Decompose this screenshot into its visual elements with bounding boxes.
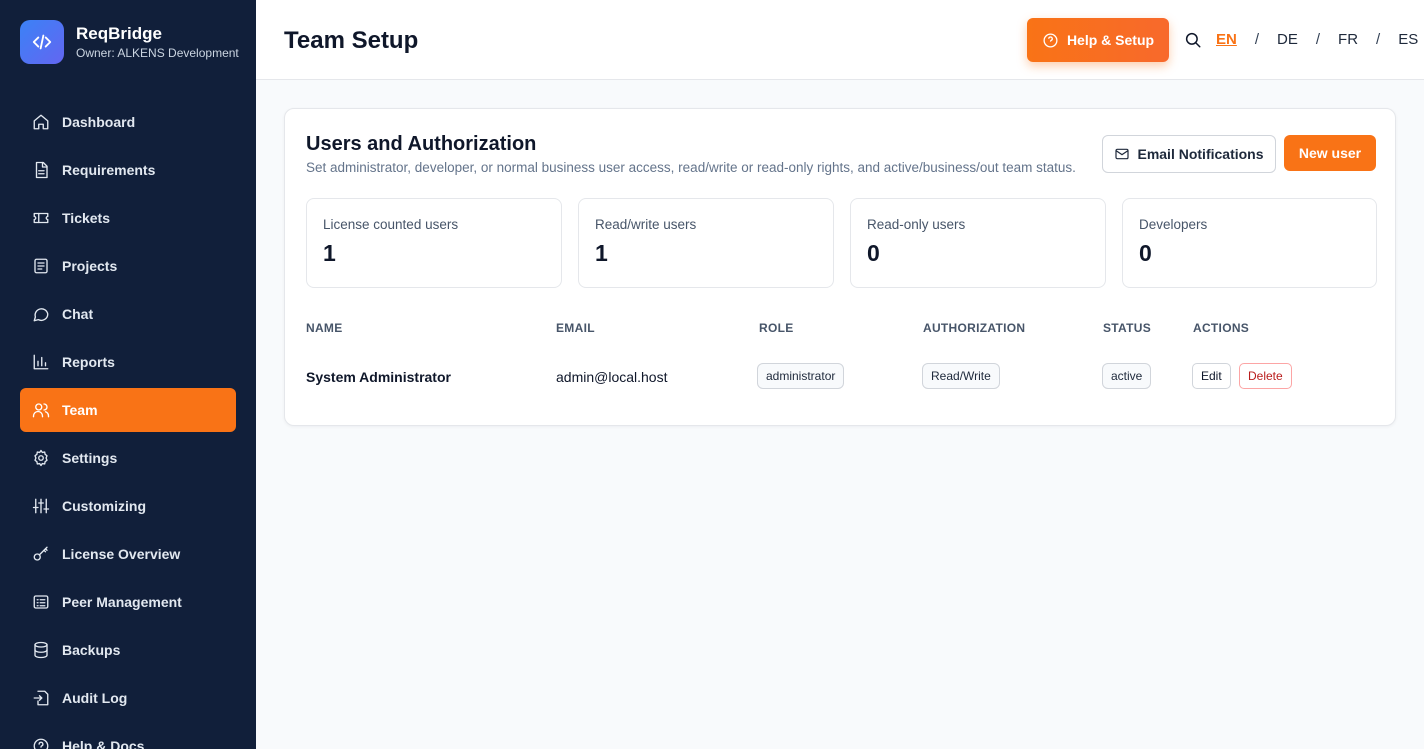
lang-separator: / [1376, 31, 1381, 48]
sidebar-item-help-docs[interactable]: Help & Docs [20, 724, 236, 749]
authorization-badge: Read/Write [922, 363, 1000, 389]
stat-card-license-counted: License counted users 1 [306, 198, 562, 288]
lang-en[interactable]: EN [1216, 31, 1237, 48]
help-circle-icon [1043, 32, 1058, 48]
sidebar-item-label: Dashboard [62, 114, 136, 130]
help-setup-label: Help & Setup [1066, 32, 1155, 48]
sidebar-item-reports[interactable]: Reports [20, 340, 236, 384]
stat-card-developers: Developers 0 [1122, 198, 1377, 288]
chat-icon [32, 305, 50, 323]
lang-separator: / [1315, 31, 1321, 48]
sidebar-item-peer-management[interactable]: Peer Management [20, 580, 236, 624]
sidebar-item-label: Audit Log [62, 690, 128, 706]
sidebar-item-label: Backups [62, 642, 121, 658]
top-header: Team Setup Help & Setup EN / DE / FR / E… [256, 0, 1424, 80]
sidebar-item-label: Tickets [62, 210, 110, 226]
stat-card-read-write: Read/write users 1 [578, 198, 834, 288]
stat-value: 1 [595, 240, 608, 266]
page-title: Team Setup [284, 27, 419, 54]
bar-chart-icon [32, 353, 50, 371]
sidebar-item-customizing[interactable]: Customizing [20, 484, 236, 528]
lang-de[interactable]: DE [1277, 31, 1298, 48]
column-header-status: STATUS [1103, 321, 1152, 335]
sidebar-item-license-overview[interactable]: License Overview [20, 532, 236, 576]
sidebar-item-label: Help & Docs [62, 738, 145, 749]
column-header-email: EMAIL [556, 321, 595, 335]
user-email: admin@local.host [556, 369, 668, 385]
sidebar-item-label: Chat [62, 306, 94, 322]
log-in-icon [32, 689, 50, 707]
stats-row: License counted users 1 Read/write users… [306, 198, 1377, 288]
stat-value: 0 [1139, 240, 1152, 266]
stat-label: Developers [1139, 217, 1208, 232]
column-header-actions: ACTIONS [1193, 321, 1250, 335]
sidebar-item-chat[interactable]: Chat [20, 292, 236, 336]
column-header-role: ROLE [759, 321, 794, 335]
sidebar-item-dashboard[interactable]: Dashboard [20, 100, 236, 144]
sidebar-item-backups[interactable]: Backups [20, 628, 236, 672]
sidebar: ReqBridge Owner: ALKENS Development Dash… [0, 0, 256, 749]
sidebar-item-projects[interactable]: Projects [20, 244, 236, 288]
column-header-name: NAME [306, 321, 343, 335]
sidebar-item-label: Requirements [62, 162, 156, 178]
help-setup-button[interactable]: Help & Setup [1027, 18, 1169, 62]
card-subtitle: Set administrator, developer, or normal … [306, 160, 1076, 175]
lang-fr[interactable]: FR [1338, 31, 1358, 48]
sidebar-item-requirements[interactable]: Requirements [20, 148, 236, 192]
search-icon[interactable] [1184, 31, 1202, 49]
status-badge: active [1102, 363, 1152, 389]
sidebar-nav: Dashboard Requirements Tickets Projects … [20, 100, 236, 749]
list-icon [32, 593, 50, 611]
lang-separator: / [1254, 31, 1260, 48]
column-header-authorization: AUTHORIZATION [923, 321, 1026, 335]
sidebar-item-label: Projects [62, 258, 118, 274]
key-icon [32, 545, 50, 563]
role-badge: administrator [757, 363, 845, 389]
sidebar-item-team[interactable]: Team [20, 388, 236, 432]
gear-icon [32, 449, 50, 467]
project-icon [32, 257, 50, 275]
stat-label: License counted users [323, 217, 459, 232]
sidebar-item-label: License Overview [62, 546, 181, 562]
delete-button[interactable]: Delete [1239, 363, 1292, 389]
code-icon [20, 20, 64, 64]
ticket-icon [32, 209, 50, 227]
brand-name: ReqBridge [76, 23, 162, 43]
stat-label: Read-only users [867, 217, 966, 232]
stat-value: 1 [323, 240, 336, 266]
stat-value: 0 [867, 240, 880, 266]
database-icon [32, 641, 50, 659]
sidebar-item-label: Customizing [62, 498, 146, 514]
home-icon [32, 113, 50, 131]
sidebar-item-label: Settings [62, 450, 118, 466]
sidebar-item-settings[interactable]: Settings [20, 436, 236, 480]
stat-label: Read/write users [595, 217, 697, 232]
brand[interactable]: ReqBridge Owner: ALKENS Development [20, 20, 239, 64]
new-user-button[interactable]: New user [1284, 135, 1376, 171]
sliders-icon [32, 497, 50, 515]
mail-icon [1115, 148, 1130, 160]
email-notifications-label: Email Notifications [1137, 146, 1264, 162]
language-switcher: EN / DE / FR / ES [1216, 31, 1418, 48]
sidebar-item-label: Team [62, 402, 98, 418]
sidebar-item-tickets[interactable]: Tickets [20, 196, 236, 240]
users-icon [32, 401, 50, 419]
sidebar-item-label: Peer Management [62, 594, 182, 610]
card-title: Users and Authorization [306, 133, 537, 155]
sidebar-item-label: Reports [62, 354, 115, 370]
user-name: System Administrator [306, 369, 451, 385]
users-authorization-card: Users and Authorization Set administrato… [284, 108, 1396, 426]
brand-owner: Owner: ALKENS Development [76, 45, 239, 60]
help-circle-icon [32, 737, 50, 749]
email-notifications-button[interactable]: Email Notifications [1102, 135, 1276, 173]
document-icon [32, 161, 50, 179]
sidebar-item-audit-log[interactable]: Audit Log [20, 676, 236, 720]
stat-card-read-only: Read-only users 0 [850, 198, 1106, 288]
lang-es[interactable]: ES [1398, 31, 1418, 48]
edit-button[interactable]: Edit [1192, 363, 1231, 389]
